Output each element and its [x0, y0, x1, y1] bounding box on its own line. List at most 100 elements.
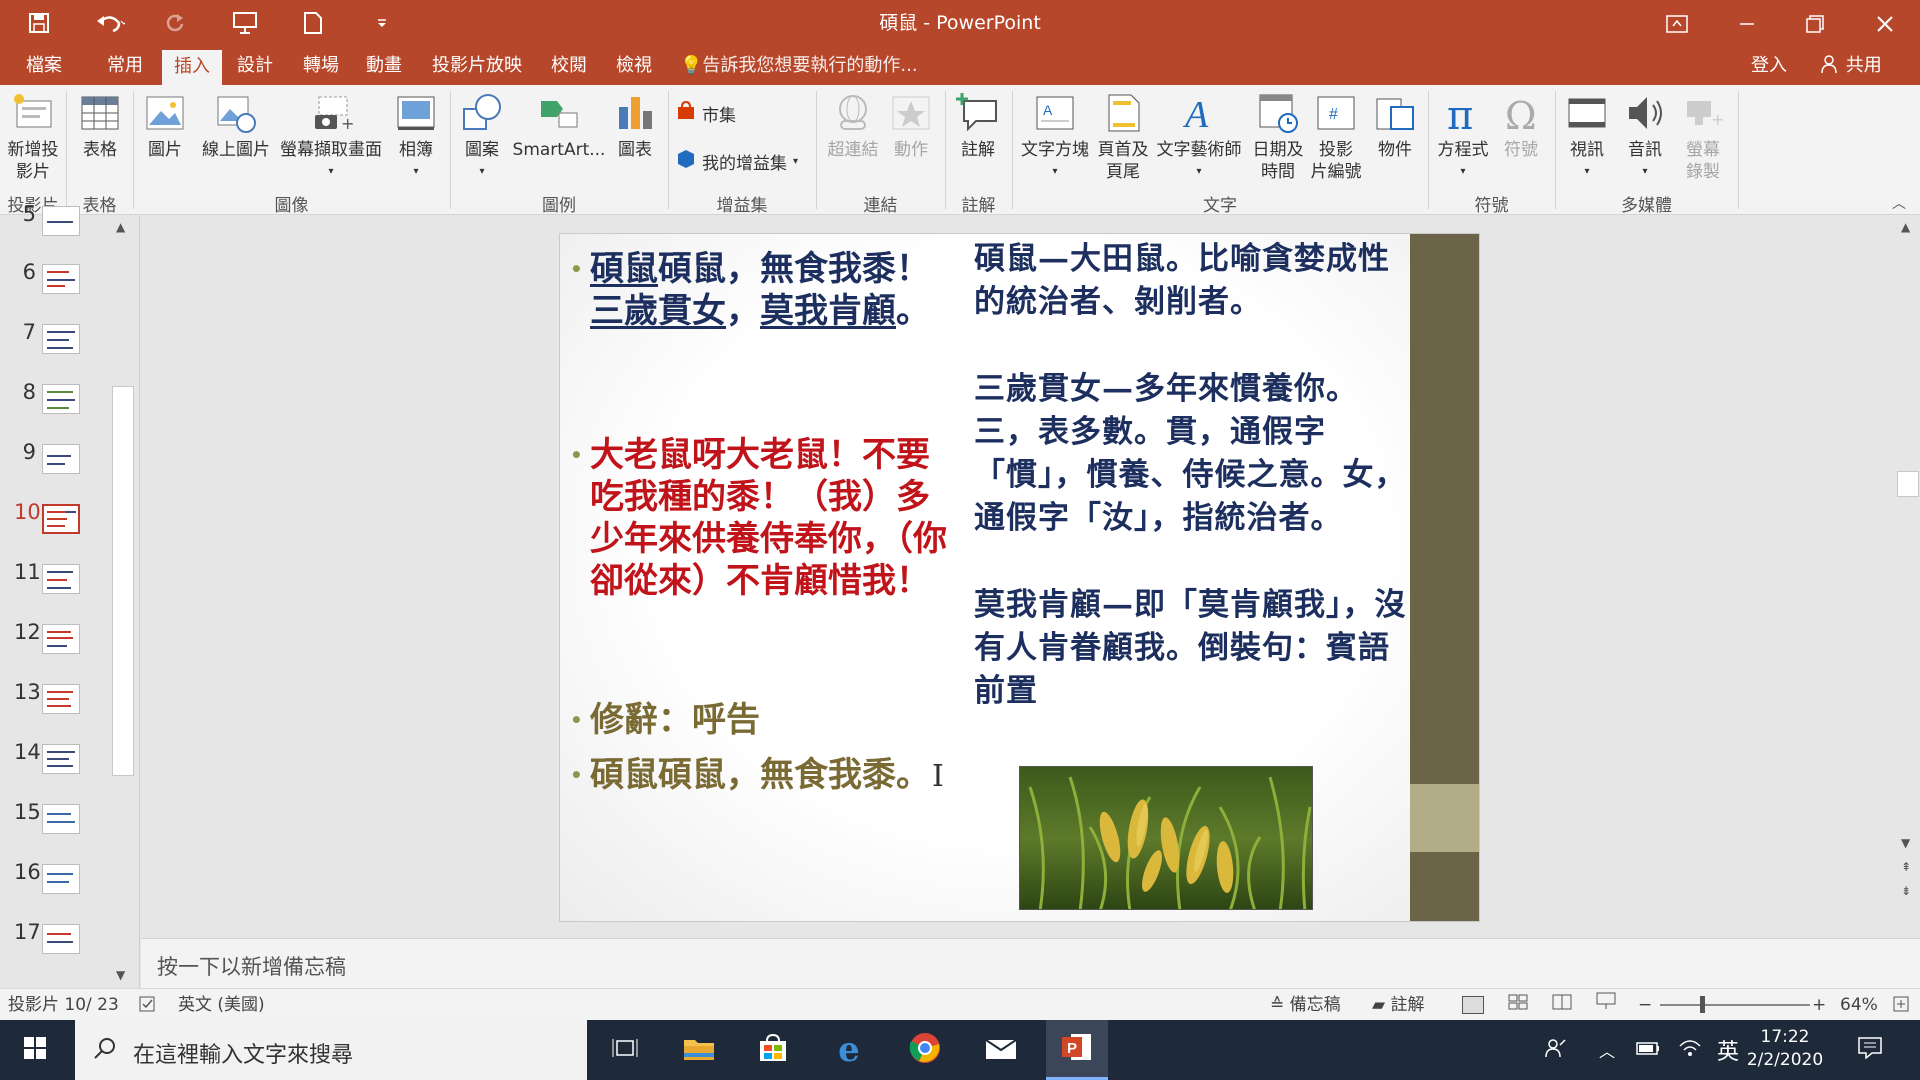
scrollbar-thumb[interactable] [112, 386, 134, 776]
slide-thumbnail[interactable] [42, 864, 80, 894]
slide-thumbnail[interactable] [42, 264, 80, 294]
object-button[interactable]: 物件 [1370, 91, 1420, 161]
fit-to-window-icon[interactable] [1892, 989, 1910, 1021]
slide-thumbnail[interactable] [42, 924, 80, 954]
header-footer-button[interactable]: 頁首及 頁尾 [1094, 91, 1152, 183]
slide-thumbnail[interactable] [42, 684, 80, 714]
restore-icon[interactable] [1780, 0, 1850, 47]
bullet-rhetoric[interactable]: • 修辭：呼告 [570, 699, 950, 741]
comment-button[interactable]: 註解 [952, 91, 1004, 161]
my-addins-button[interactable]: 我的增益集 ▾ [676, 149, 798, 174]
new-slide-button[interactable]: 新增投 影片 [4, 91, 62, 183]
bullet-example[interactable]: • 碩鼠碩鼠，無食我黍。I [570, 754, 950, 798]
task-view-button[interactable] [594, 1020, 656, 1080]
bullet-original-text[interactable]: • 碩鼠碩鼠，無食我黍！ 三歲貫女，莫我肯顧。 [570, 248, 950, 332]
next-slide-icon[interactable]: ⇟ [1901, 884, 1911, 898]
annotation-2[interactable]: 三歲貫女—多年來慣養你。三，表多數。貫，通假字「慣」，慣養、侍候之意。女，通假字… [974, 368, 1414, 540]
zoom-slider[interactable] [1660, 989, 1810, 1021]
annotation-3[interactable]: 莫我肯顧—即「莫肯顧我」，沒有人肯眷顧我。倒裝句：賓語前置 [974, 584, 1414, 713]
tab-review[interactable]: 校閱 [547, 47, 591, 85]
comments-toggle[interactable]: ▰ 註解 [1372, 989, 1424, 1021]
ribbon-display-icon[interactable] [1642, 0, 1712, 47]
zoom-in-icon[interactable]: + [1812, 989, 1826, 1021]
system-clock[interactable]: 17:22 2/2/2020 [1745, 1026, 1825, 1072]
tab-slideshow[interactable]: 投影片放映 [428, 47, 526, 85]
collapse-ribbon-icon[interactable]: ︿ [1892, 193, 1906, 213]
normal-view-icon[interactable] [1462, 996, 1484, 1014]
slide-thumbnail[interactable] [42, 206, 80, 236]
millet-photo[interactable] [1019, 766, 1313, 910]
language-indicator[interactable]: 英文 (美國) [178, 989, 265, 1021]
scroll-up-icon[interactable]: ▲ [1901, 220, 1910, 234]
share-button[interactable]: 共用 [1820, 47, 1882, 85]
tab-home[interactable]: 常用 [103, 47, 147, 85]
slide-thumbnail[interactable] [42, 384, 80, 414]
slide-thumbnail-selected[interactable] [42, 504, 80, 534]
slide-thumbnail[interactable] [42, 324, 80, 354]
scroll-down-icon[interactable]: ▼ [1901, 836, 1910, 850]
slide-thumbnail[interactable] [42, 744, 80, 774]
equation-button[interactable]: π 方程式 ▾ [1434, 91, 1492, 183]
wifi-button[interactable] [1668, 1020, 1712, 1080]
current-slide[interactable]: • 碩鼠碩鼠，無食我黍！ 三歲貫女，莫我肯顧。 • 大老鼠呀大老鼠！不要吃我種的黍… [559, 233, 1480, 922]
file-explorer-taskbar-button[interactable] [668, 1020, 730, 1080]
smartart-button[interactable]: SmartArt... [510, 91, 608, 161]
slide-thumbnail[interactable] [42, 564, 80, 594]
minimize-icon[interactable] [1712, 0, 1782, 47]
audio-button[interactable]: 音訊 ▾ [1620, 91, 1670, 183]
reading-view-icon[interactable] [1552, 989, 1572, 1021]
slide-sorter-icon[interactable] [1508, 989, 1528, 1021]
zoom-out-icon[interactable]: − [1638, 989, 1652, 1021]
annotation-1[interactable]: 碩鼠—大田鼠。比喻貪婪成性的統治者、剝削者。 [974, 238, 1414, 324]
start-button[interactable] [4, 1020, 66, 1080]
store-taskbar-button[interactable] [742, 1020, 804, 1080]
sign-in-link[interactable]: 登入 [1751, 47, 1787, 85]
slide-thumbnail[interactable] [42, 444, 80, 474]
previous-slide-icon[interactable]: ⇞ [1901, 860, 1911, 874]
textbox-button[interactable]: A 文字方塊 ▾ [1018, 91, 1092, 183]
scroll-up-icon[interactable]: ▲ [116, 220, 125, 234]
table-button[interactable]: 表格 [74, 91, 126, 161]
slide-scrollbar[interactable]: ▲ ▼ ⇞ ⇟ [1895, 216, 1920, 938]
slide-thumbnail[interactable] [42, 624, 80, 654]
online-picture-button[interactable]: 線上圖片 [196, 91, 276, 161]
notes-pane[interactable]: 按一下以新增備忘稿 [141, 938, 1920, 988]
scroll-down-icon[interactable]: ▼ [116, 968, 125, 982]
datetime-button[interactable]: 日期及 時間 [1250, 91, 1306, 183]
show-hidden-icons-button[interactable]: ︿ [1592, 1020, 1622, 1080]
tab-insert[interactable]: 插入 [162, 50, 222, 85]
slide-number-button[interactable]: # 投影 片編號 [1308, 91, 1364, 183]
screen-recording-button[interactable]: + 螢幕 錄製 [1676, 91, 1730, 183]
action-button[interactable]: 動作 [886, 91, 936, 161]
edge-taskbar-button[interactable]: e [818, 1020, 880, 1080]
shapes-button[interactable]: 圖案 ▾ [456, 91, 508, 183]
picture-button[interactable]: 圖片 [140, 91, 190, 161]
action-center-button[interactable] [1840, 1020, 1900, 1080]
zoom-level[interactable]: 64% [1840, 989, 1878, 1021]
mail-taskbar-button[interactable] [970, 1020, 1032, 1080]
battery-button[interactable] [1626, 1020, 1670, 1080]
notes-toggle[interactable]: ≙ 備忘稿 [1270, 989, 1341, 1021]
tab-design[interactable]: 設計 [233, 47, 277, 85]
symbol-button[interactable]: Ω 符號 [1496, 91, 1546, 161]
input-method-indicator[interactable]: 英 [1708, 1020, 1748, 1080]
bullet-translation[interactable]: • 大老鼠呀大老鼠！不要吃我種的黍！（我）多少年來供養侍奉你，（你卻從來）不肯顧… [570, 434, 950, 602]
tab-animations[interactable]: 動畫 [362, 47, 406, 85]
people-button[interactable] [1526, 1020, 1586, 1080]
chrome-taskbar-button[interactable] [894, 1020, 956, 1080]
video-button[interactable]: 視訊 ▾ [1562, 91, 1612, 183]
tab-view[interactable]: 檢視 [612, 47, 656, 85]
close-icon[interactable] [1850, 0, 1920, 47]
thumbnail-scrollbar[interactable]: ▲ ▼ [111, 216, 135, 988]
tab-file[interactable]: 檔案 [22, 47, 66, 85]
tab-transitions[interactable]: 轉場 [299, 47, 343, 85]
hyperlink-button[interactable]: 超連結 [822, 91, 884, 161]
powerpoint-taskbar-button[interactable]: P [1046, 1020, 1108, 1080]
photo-album-button[interactable]: 相簿 ▾ [390, 91, 442, 183]
screenshot-button[interactable]: + 螢幕擷取畫面 ▾ [276, 91, 386, 183]
scrollbar-thumb[interactable] [1897, 471, 1919, 497]
store-button[interactable]: 市集 [676, 100, 736, 126]
slide-thumbnail[interactable] [42, 804, 80, 834]
zoom-slider-handle[interactable] [1700, 996, 1705, 1013]
spellcheck-icon[interactable] [138, 989, 156, 1021]
